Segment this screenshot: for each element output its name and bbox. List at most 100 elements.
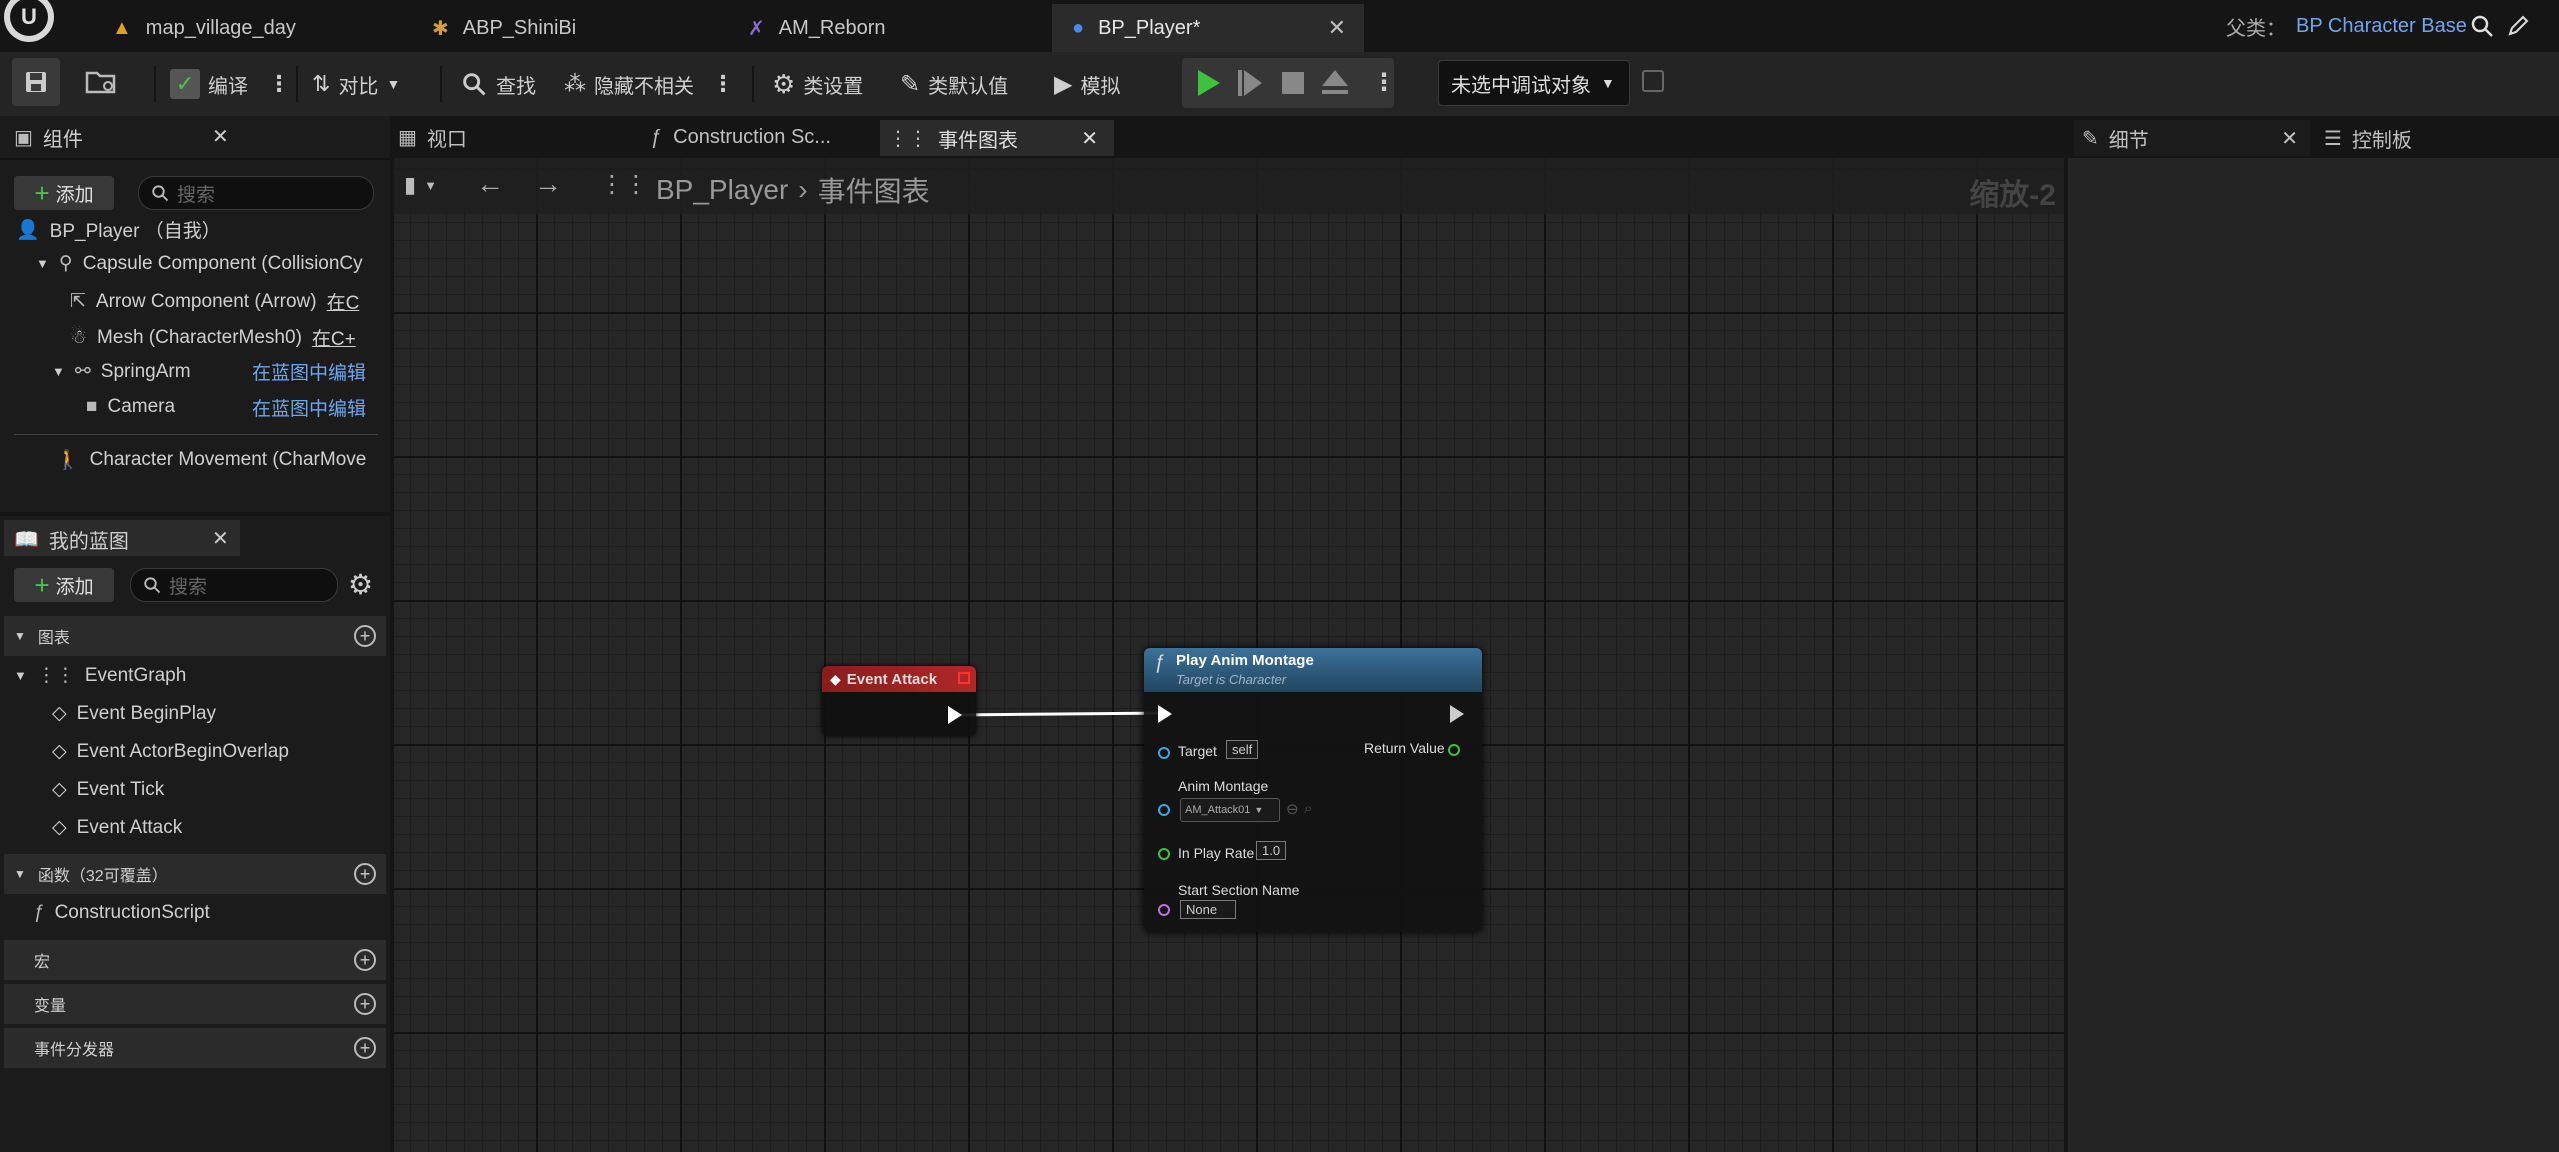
components-panel-header: ▣ 组件 — [14, 126, 83, 151]
browse-folder-button[interactable] — [84, 64, 118, 98]
edit-in-blueprint-link[interactable]: 在蓝图中编辑 — [252, 394, 366, 421]
tab-details[interactable]: ✎ 细节 ✕ — [2074, 120, 2310, 156]
exec-in-pin[interactable] — [1158, 705, 1172, 723]
event-graph-canvas[interactable]: ▮ ▼ ← → ⋮⋮ BP_Player › 事件图表 缩放-2 ◆ Event… — [394, 158, 2064, 1152]
play-icon[interactable] — [1198, 70, 1220, 96]
anim-montage-dropdown[interactable]: AM_Attack01 ▼ — [1180, 798, 1280, 822]
component-tree-item[interactable]: ▼ ⚯ SpringArm 在蓝图中编辑 — [52, 358, 382, 385]
return-value-pin[interactable] — [1448, 744, 1460, 756]
tab-construction-script[interactable]: ƒ Construction Sc... — [642, 120, 872, 154]
settings-gear-icon[interactable]: ⚙ — [348, 568, 373, 601]
component-tree-item[interactable]: ▼ ⚲ Capsule Component (CollisionCy — [36, 252, 378, 275]
component-tree-item[interactable]: ☃ Mesh (CharacterMesh0) 在C+ — [70, 324, 380, 351]
find-button[interactable]: 查找 — [460, 64, 536, 104]
anim-montage-pin[interactable] — [1158, 804, 1170, 816]
components-search-input[interactable]: 搜索 — [138, 176, 374, 210]
camera-icon: ■ — [86, 396, 98, 417]
close-tab-icon[interactable]: ✕ — [2281, 126, 2298, 151]
macros-category[interactable]: 宏 + — [4, 940, 386, 980]
play-rate-pin[interactable] — [1158, 848, 1170, 860]
play-rate-value[interactable]: 1.0 — [1256, 841, 1287, 860]
tab-abp-shinibi[interactable]: ✱ ABP_ShiniBi — [412, 4, 732, 52]
tab-map-village-day[interactable]: ▲ map_village_day — [92, 4, 412, 52]
add-graph-icon[interactable]: + — [354, 625, 376, 647]
close-tab-icon[interactable]: ✕ — [1081, 126, 1098, 151]
debug-object-icon[interactable] — [1642, 70, 1664, 92]
compile-button[interactable]: ✓ 编译 ⋮ — [170, 64, 290, 104]
add-macro-icon[interactable]: + — [354, 949, 376, 971]
browse-asset-icon[interactable]: ⌕ — [1304, 800, 1312, 817]
delegate-pin-icon[interactable] — [958, 672, 970, 684]
event-item-attack[interactable]: ◇ Event Attack — [52, 816, 182, 839]
tab-palette[interactable]: ☰ 控制板 — [2318, 120, 2412, 156]
expand-arrow-icon[interactable]: ▼ — [14, 668, 27, 683]
close-panel-icon[interactable]: ✕ — [212, 526, 229, 551]
exec-out-pin[interactable] — [948, 706, 962, 724]
class-defaults-button[interactable]: ✎ 类默认值 — [900, 64, 1008, 104]
parent-class-info: 父类： BP Character Base — [2226, 15, 2467, 40]
tab-bp-player[interactable]: ● BP_Player* ✕ — [1052, 4, 1364, 52]
hide-unrelated-button[interactable]: ⁂ 隐藏不相关 ⋮ — [564, 64, 734, 104]
expand-arrow-icon[interactable]: ▼ — [52, 364, 65, 379]
unreal-logo[interactable]: U — [4, 0, 54, 42]
debug-target-dropdown[interactable]: 未选中调试对象 ▼ — [1438, 60, 1630, 106]
more-options-icon[interactable]: ⋮ — [712, 71, 734, 97]
edit-in-blueprint-link[interactable]: 在蓝图中编辑 — [252, 358, 366, 385]
tab-viewport[interactable]: ▦ 视口 — [394, 120, 630, 154]
component-tree-item[interactable]: 👤 BP_Player （自我） — [16, 216, 221, 243]
save-button[interactable] — [12, 58, 60, 106]
simulate-button[interactable]: ▶ 模拟 — [1054, 64, 1120, 104]
event-item-tick[interactable]: ◇ Event Tick — [52, 778, 164, 801]
graphs-category[interactable]: ▼ 图表 + — [4, 616, 386, 656]
event-dispatchers-category[interactable]: 事件分发器 + — [4, 1028, 386, 1068]
play-anim-montage-node[interactable]: ƒ Play Anim Montage Target is Character … — [1144, 648, 1482, 932]
target-value[interactable]: self — [1226, 740, 1259, 759]
add-function-icon[interactable]: + — [354, 863, 376, 885]
main-toolbar: ✓ 编译 ⋮ ⇅ 对比 ▼ 查找 ⁂ 隐藏不相关 ⋮ ⚙ 类设置 ✎ 类默认值 … — [0, 52, 2559, 116]
exec-out-pin[interactable] — [1450, 705, 1464, 723]
details-panel: ✎ 细节 ✕ ☰ 控制板 — [2068, 116, 2559, 1152]
stop-icon[interactable] — [1282, 72, 1304, 94]
event-node-header: ◆ Event Attack — [822, 666, 976, 692]
close-tab-icon[interactable]: ✕ — [1328, 15, 1346, 41]
advance-frame-arrow-icon[interactable] — [1244, 70, 1262, 96]
collapse-arrow-icon[interactable]: ▼ — [14, 867, 26, 881]
eject-bar-icon[interactable] — [1322, 90, 1348, 94]
functions-category[interactable]: ▼ 函数（32可覆盖） + — [4, 854, 386, 894]
event-item-actorbeginoverlap[interactable]: ◇ Event ActorBeginOverlap — [52, 740, 289, 763]
start-section-value[interactable]: None — [1180, 900, 1236, 919]
class-settings-button[interactable]: ⚙ 类设置 — [772, 64, 863, 104]
edit-pencil-icon[interactable] — [2506, 14, 2530, 38]
search-icon[interactable] — [2470, 14, 2494, 38]
construction-script-item[interactable]: ƒ ConstructionScript — [34, 902, 210, 924]
event-item-beginplay[interactable]: ◇ Event BeginPlay — [52, 702, 216, 725]
my-blueprint-search-input[interactable]: 搜索 — [130, 568, 338, 602]
tab-event-graph[interactable]: ⋮⋮ 事件图表 ✕ — [880, 120, 1114, 156]
use-selected-asset-icon[interactable]: ⊖ — [1286, 800, 1299, 818]
anim-blueprint-icon: ✱ — [432, 17, 449, 40]
target-pin[interactable] — [1158, 747, 1170, 759]
compile-success-icon: ✓ — [170, 69, 200, 99]
component-tree-item[interactable]: 🚶 Character Movement (CharMove — [56, 448, 382, 472]
add-variable-icon[interactable]: + — [354, 993, 376, 1015]
close-panel-icon[interactable]: ✕ — [212, 124, 229, 149]
component-tree-item[interactable]: ■ Camera 在蓝图中编辑 — [86, 394, 386, 421]
add-component-button[interactable]: + 添加 — [14, 176, 114, 210]
event-graph-item[interactable]: ▼ ⋮⋮ EventGraph — [14, 664, 186, 687]
advance-frame-icon[interactable] — [1238, 70, 1242, 96]
variables-category[interactable]: 变量 + — [4, 984, 386, 1024]
collapse-arrow-icon[interactable]: ▼ — [14, 629, 26, 643]
parent-class-link[interactable]: BP Character Base — [2296, 15, 2467, 38]
tab-am-reborn[interactable]: ✗ AM_Reborn — [728, 4, 1048, 52]
more-options-icon[interactable]: ⋮ — [1372, 68, 1396, 97]
start-section-pin[interactable] — [1158, 904, 1170, 916]
function-icon: ƒ — [650, 125, 662, 148]
add-member-button[interactable]: + 添加 — [14, 568, 114, 602]
eject-icon[interactable] — [1322, 70, 1348, 86]
diff-button[interactable]: ⇅ 对比 ▼ — [312, 64, 400, 104]
add-dispatcher-icon[interactable]: + — [354, 1037, 376, 1059]
expand-arrow-icon[interactable]: ▼ — [36, 256, 49, 271]
event-attack-node[interactable]: ◆ Event Attack — [822, 666, 976, 736]
component-tree-item[interactable]: ⇱ Arrow Component (Arrow) 在C — [70, 288, 380, 315]
more-options-icon[interactable]: ⋮ — [268, 71, 290, 97]
